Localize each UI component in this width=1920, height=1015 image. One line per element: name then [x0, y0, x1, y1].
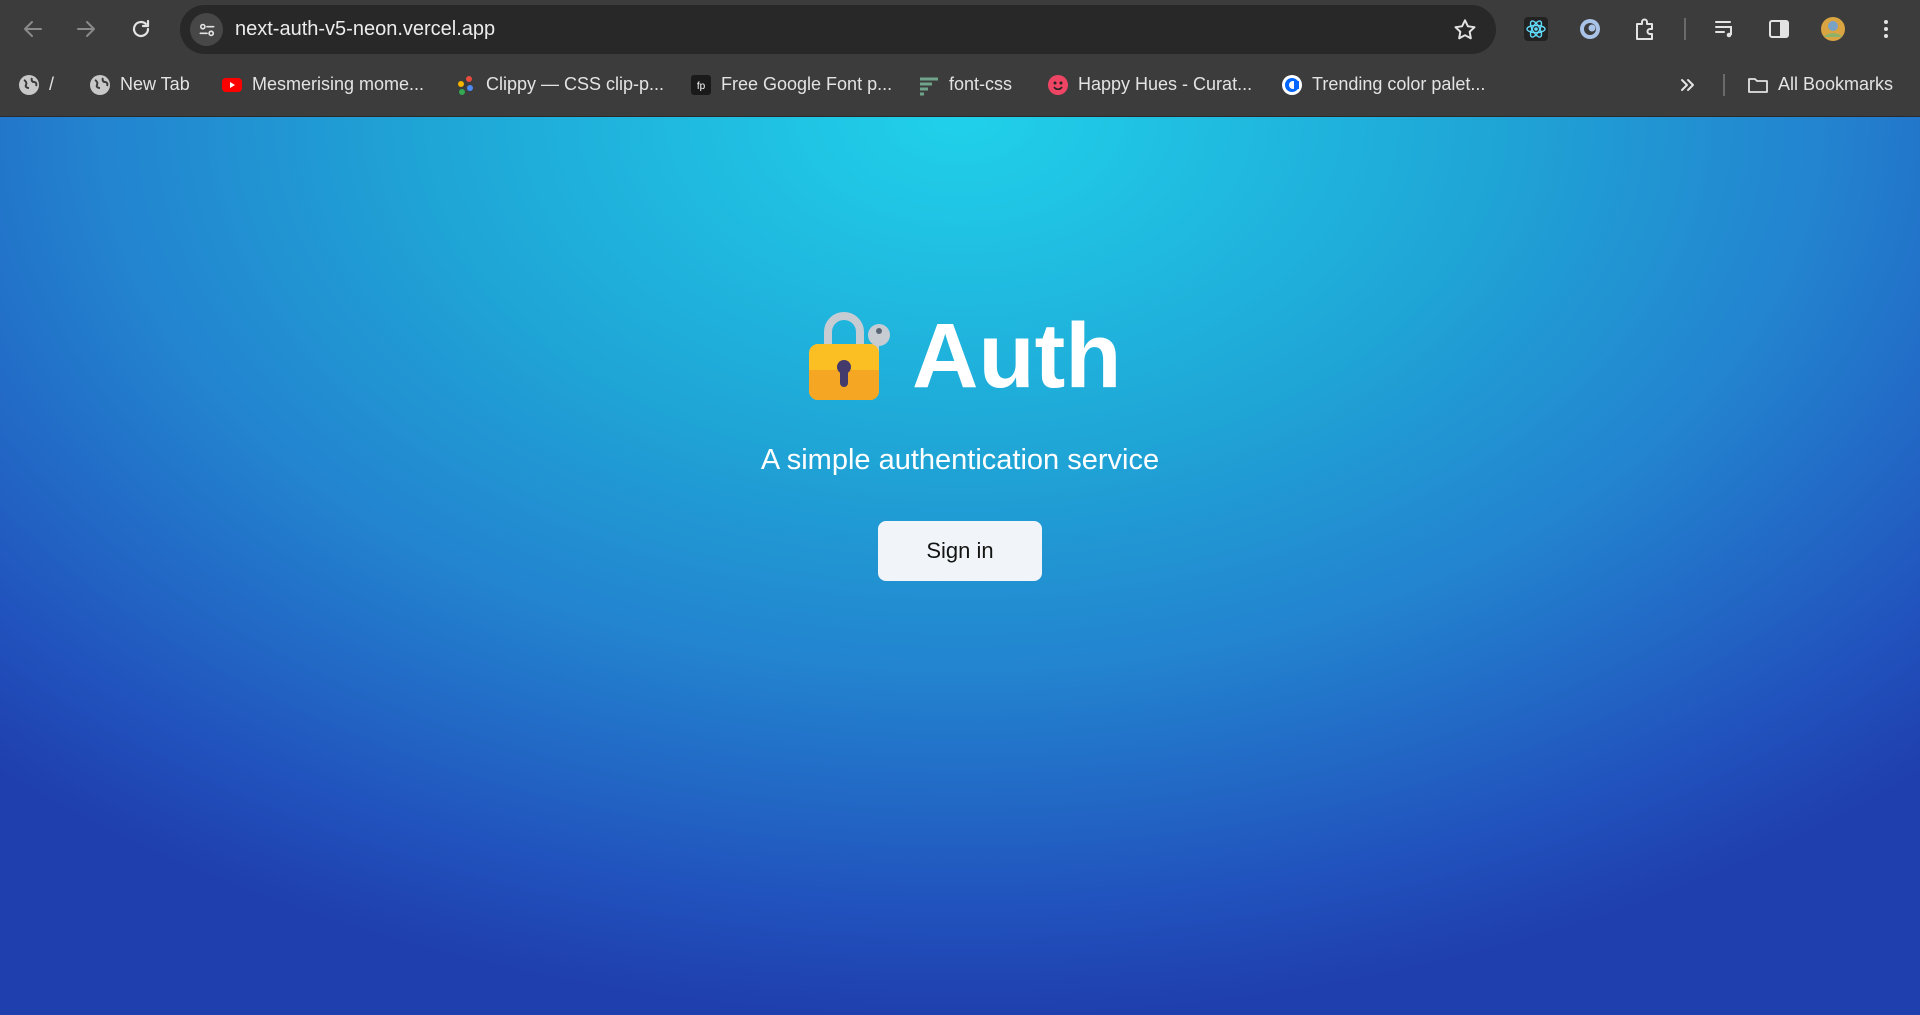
forward-button[interactable]: [69, 12, 103, 46]
all-bookmarks-button[interactable]: All Bookmarks: [1747, 58, 1893, 111]
bookmark-item[interactable]: Trending color palet...: [1281, 58, 1485, 111]
reload-icon: [132, 19, 150, 38]
folder-icon: [1747, 74, 1769, 96]
profile-avatar[interactable]: [1816, 12, 1850, 46]
bookmark-item[interactable]: New Tab: [89, 58, 190, 111]
page-title: Auth: [912, 305, 1122, 407]
lock-key-icon: [809, 312, 890, 400]
extension-swirl-icon[interactable]: [1573, 12, 1607, 46]
address-bar[interactable]: next-auth-v5-neon.vercel.app: [180, 5, 1496, 54]
arrow-right-icon: [77, 21, 95, 37]
back-button[interactable]: [16, 12, 50, 46]
bookmarks-bar: / New Tab Mesmerising mome... Clippy — C…: [0, 58, 1920, 117]
browser-menu-icon[interactable]: [1869, 12, 1903, 46]
page-subtitle: A simple authentication service: [760, 444, 1160, 476]
clippy-dots-icon: [455, 74, 477, 96]
lines-icon: [918, 74, 940, 96]
coolors-icon: [1281, 74, 1303, 96]
bookmark-item[interactable]: Mesmerising mome...: [221, 58, 424, 111]
toolbar-divider: [1684, 18, 1686, 40]
globe-icon: [18, 74, 40, 96]
bookmark-label: Mesmerising mome...: [252, 74, 425, 94]
globe-icon: [89, 74, 111, 96]
arrow-left-icon: [24, 21, 42, 37]
fontpair-icon: fp: [690, 74, 712, 96]
site-info-icon[interactable]: [190, 13, 223, 46]
bookmark-item[interactable]: Happy Hues - Curat...: [1047, 58, 1252, 111]
bookmark-label: New Tab: [120, 74, 190, 94]
bookmark-label: Trending color palet...: [1312, 74, 1486, 94]
bookmark-item[interactable]: font-css: [918, 58, 1012, 111]
bookmark-item[interactable]: Clippy — CSS clip-p...: [455, 58, 664, 111]
chevron-double-right-icon: [1677, 74, 1699, 96]
sign-in-button[interactable]: Sign in: [878, 521, 1042, 581]
bookmark-label: font-css: [949, 74, 1013, 94]
reload-button[interactable]: [124, 12, 158, 46]
media-queue-icon[interactable]: [1708, 12, 1742, 46]
url-text[interactable]: next-auth-v5-neon.vercel.app: [235, 5, 495, 54]
bookmark-item[interactable]: fp Free Google Font p...: [690, 58, 892, 111]
all-bookmarks-label: All Bookmarks: [1778, 74, 1894, 94]
svg-text:fp: fp: [697, 81, 706, 92]
side-panel-icon[interactable]: [1762, 12, 1796, 46]
smiley-icon: [1047, 74, 1069, 96]
bookmark-label: Free Google Font p...: [721, 74, 893, 94]
browser-toolbar: next-auth-v5-neon.vercel.app: [0, 0, 1920, 58]
bookmark-item[interactable]: /: [18, 58, 54, 111]
bookmarks-divider: [1723, 74, 1725, 96]
bookmark-label: /: [49, 74, 55, 94]
bookmark-star-icon[interactable]: [1452, 17, 1478, 43]
bookmarks-overflow-button[interactable]: [1677, 58, 1699, 111]
bookmark-label: Clippy — CSS clip-p...: [486, 74, 665, 94]
react-devtools-icon[interactable]: [1519, 12, 1553, 46]
extensions-puzzle-icon[interactable]: [1628, 12, 1662, 46]
bookmark-label: Happy Hues - Curat...: [1078, 74, 1253, 94]
youtube-icon: [221, 74, 243, 96]
